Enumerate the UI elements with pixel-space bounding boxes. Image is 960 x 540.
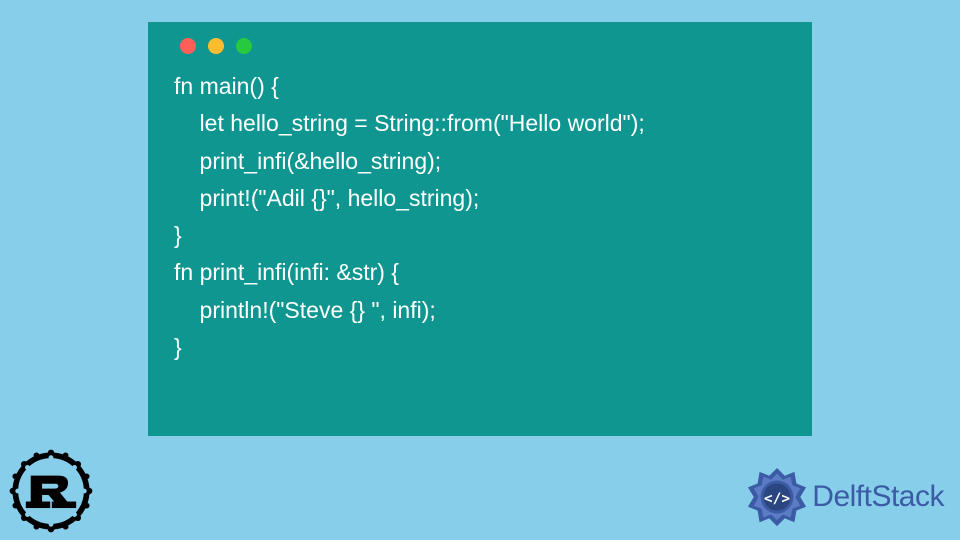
delftstack-logo: </> DelftStack xyxy=(746,466,944,528)
code-window: fn main() { let hello_string = String::f… xyxy=(148,22,812,436)
window-controls xyxy=(180,38,786,54)
rust-icon xyxy=(8,448,94,534)
minimize-icon xyxy=(208,38,224,54)
code-snippet: fn main() { let hello_string = String::f… xyxy=(174,68,786,366)
svg-text:</>: </> xyxy=(764,491,790,507)
close-icon xyxy=(180,38,196,54)
delftstack-icon: </> xyxy=(746,466,808,528)
maximize-icon xyxy=(236,38,252,54)
delftstack-brand-text: DelftStack xyxy=(812,480,944,514)
